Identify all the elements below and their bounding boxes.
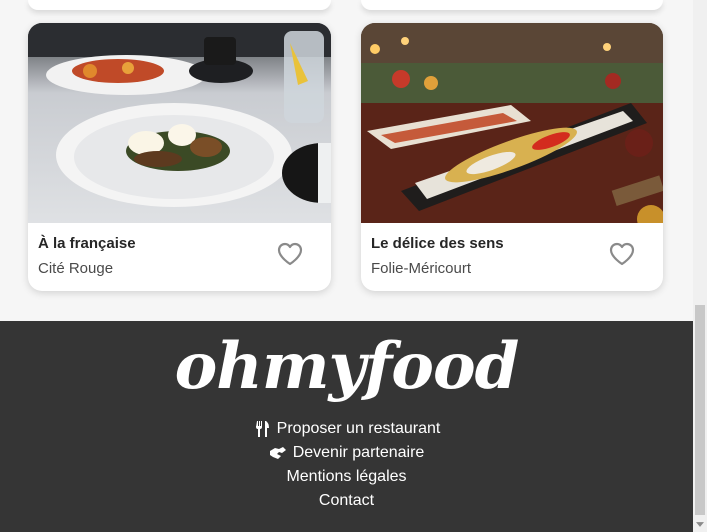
restaurant-photo: [361, 23, 663, 223]
footer-link-item: Contact: [0, 489, 693, 513]
footer-link-label: Devenir partenaire: [292, 444, 425, 461]
contact-link[interactable]: Contact: [319, 489, 374, 513]
previous-card-bottom: [28, 0, 331, 10]
scroll-down-arrow-icon[interactable]: [693, 516, 707, 532]
previous-card-bottom: [361, 0, 663, 10]
restaurant-name: Le délice des sens: [371, 235, 504, 252]
heart-outline-icon[interactable]: [277, 242, 303, 266]
restaurant-photo: [28, 23, 331, 223]
footer-link-item: Mentions légales: [0, 465, 693, 489]
propose-restaurant-link[interactable]: Proposer un restaurant: [253, 417, 441, 441]
footer-links: Proposer un restaurant Devenir partenair…: [0, 417, 693, 513]
footer: ohmyfood Proposer un restaurant Devenir …: [0, 321, 693, 532]
become-partner-link[interactable]: Devenir partenaire: [269, 441, 425, 465]
heart-outline-icon[interactable]: [609, 242, 635, 266]
site-logo[interactable]: ohmyfood: [0, 327, 693, 407]
restaurant-location: Cité Rouge: [38, 260, 114, 277]
restaurant-card[interactable]: À la française Cité Rouge: [28, 23, 331, 291]
footer-link-label: Proposer un restaurant: [276, 420, 441, 437]
footer-link-label: Mentions légales: [286, 468, 407, 485]
vertical-scrollbar[interactable]: [693, 0, 707, 532]
previous-cards-strip: [0, 0, 693, 12]
footer-link-label: Contact: [318, 492, 375, 509]
restaurant-card[interactable]: Le délice des sens Folie-Méricourt: [361, 23, 663, 291]
footer-link-item: Proposer un restaurant: [0, 417, 693, 441]
utensils-icon: [253, 420, 271, 438]
legal-notice-link[interactable]: Mentions légales: [286, 465, 406, 489]
handshake-icon: [269, 444, 287, 462]
footer-link-item: Devenir partenaire: [0, 441, 693, 465]
restaurant-name: À la française: [38, 235, 136, 252]
scrollbar-thumb[interactable]: [695, 305, 705, 515]
restaurant-location: Folie-Méricourt: [371, 260, 472, 277]
page: À la française Cité Rouge Le délice des …: [0, 0, 693, 532]
